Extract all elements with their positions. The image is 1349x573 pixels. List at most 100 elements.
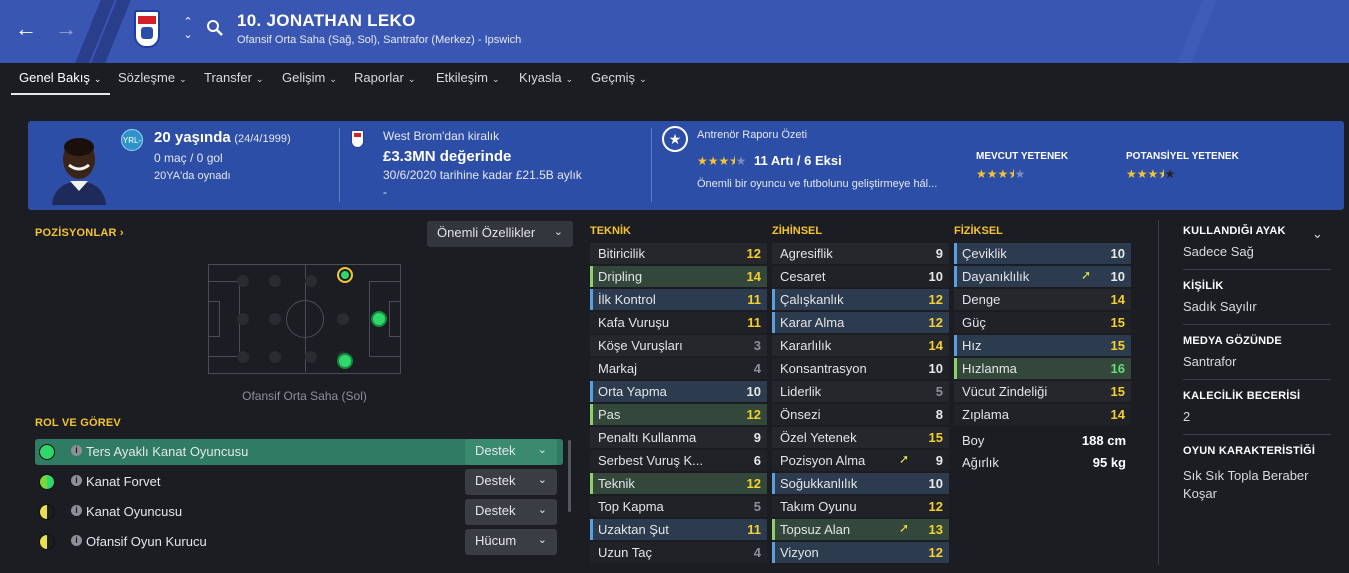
attribute-row[interactable]: Hızlanma 16: [954, 358, 1131, 379]
attribute-row[interactable]: Karar Alma 12: [772, 312, 949, 333]
player-apps: 0 maç / 0 gol: [154, 151, 223, 165]
role-row[interactable]: i Ters Ayaklı Kanat Oyuncusu Destek ⌄: [35, 439, 563, 465]
attribute-row[interactable]: Markaj 4: [590, 358, 767, 379]
position-dot[interactable]: [269, 313, 281, 325]
role-name: Kanat Oyuncusu: [86, 504, 183, 519]
attribute-value: 12: [928, 499, 943, 514]
attribute-row[interactable]: Bitiricilik 12: [590, 243, 767, 264]
attribute-row[interactable]: Takım Oyunu 12: [772, 496, 949, 517]
position-dot[interactable]: [337, 313, 349, 325]
attribute-row[interactable]: Zıplama 14: [954, 404, 1131, 425]
position-aml-dot[interactable]: [337, 267, 353, 283]
attribute-row[interactable]: Dripling 14: [590, 266, 767, 287]
attribute-row[interactable]: Topsuz Alan ➚ 13: [772, 519, 949, 540]
attribute-row[interactable]: Teknik 12: [590, 473, 767, 494]
attribute-row[interactable]: Çeviklik 10: [954, 243, 1131, 264]
attribute-name: Topsuz Alan: [780, 522, 851, 537]
attribute-name: Uzaktan Şut: [598, 522, 669, 537]
attribute-row[interactable]: Konsantrasyon 10: [772, 358, 949, 379]
personality-label: KİŞİLİK: [1183, 280, 1224, 292]
club-crest-icon[interactable]: [134, 10, 160, 48]
position-dot[interactable]: [305, 275, 317, 287]
attribute-row[interactable]: Uzun Taç 4: [590, 542, 767, 563]
trend-arrow-icon: ➚: [898, 452, 909, 466]
info-icon[interactable]: i: [71, 505, 82, 516]
attribute-highlight-mark: [590, 519, 593, 540]
tab-gecmis[interactable]: Geçmiş ⌄: [591, 70, 647, 85]
back-arrow-icon[interactable]: ←: [12, 14, 40, 46]
position-dot[interactable]: [237, 313, 249, 325]
role-row[interactable]: i Kanat Forvet Destek ⌄: [35, 469, 563, 495]
tab-sozlesme[interactable]: Sözleşme ⌄: [118, 70, 187, 85]
attribute-row[interactable]: Kafa Vuruşu 11: [590, 312, 767, 333]
positions-title[interactable]: POZİSYONLAR ›: [35, 227, 124, 239]
attribute-row[interactable]: Özel Yetenek 15: [772, 427, 949, 448]
info-icon[interactable]: i: [71, 445, 82, 456]
attribute-row[interactable]: Köşe Vuruşları 3: [590, 335, 767, 356]
attribute-row[interactable]: Önsezi 8: [772, 404, 949, 425]
attribute-row[interactable]: Çalışkanlık 12: [772, 289, 949, 310]
attribute-value: 11: [747, 315, 761, 330]
position-st-dot[interactable]: [371, 311, 387, 327]
attribute-row[interactable]: Vizyon 12: [772, 542, 949, 563]
attribute-value: 15: [1110, 338, 1125, 353]
prev-next-player-icon[interactable]: ⌃ ⌄: [182, 16, 194, 42]
position-dot[interactable]: [305, 351, 317, 363]
attribute-name: Önsezi: [780, 407, 821, 422]
info-icon[interactable]: i: [71, 475, 82, 486]
position-amr-dot[interactable]: [337, 353, 353, 369]
attribute-row[interactable]: Orta Yapma 10: [590, 381, 767, 402]
divider: [1183, 379, 1331, 380]
tab-kiyasla[interactable]: Kıyasla ⌄: [519, 70, 573, 85]
attribute-row[interactable]: Serbest Vuruş K... 6: [590, 450, 767, 471]
role-suitability-icon: [39, 474, 55, 490]
preferred-foot-label: KULLANDIĞI AYAK: [1183, 225, 1286, 237]
tab-transfer[interactable]: Transfer ⌄: [204, 70, 263, 85]
attribute-highlight-mark: [590, 381, 593, 402]
player-avatar[interactable]: [48, 125, 110, 205]
parent-club-crest-icon[interactable]: [351, 130, 364, 148]
attribute-row[interactable]: Hız 15: [954, 335, 1131, 356]
position-dot[interactable]: [269, 275, 281, 287]
attribute-row[interactable]: Güç 15: [954, 312, 1131, 333]
attribute-row[interactable]: Pas 12: [590, 404, 767, 425]
position-dot[interactable]: [237, 351, 249, 363]
search-icon[interactable]: [206, 19, 224, 40]
attribute-highlight-mark: [954, 335, 957, 356]
attribute-row[interactable]: Penaltı Kullanma 9: [590, 427, 767, 448]
attribute-row[interactable]: Denge 14: [954, 289, 1131, 310]
personality-value: Sadık Sayılır: [1183, 299, 1257, 314]
forward-arrow-icon[interactable]: →: [52, 14, 80, 46]
attribute-row[interactable]: İlk Kontrol 11: [590, 289, 767, 310]
important-attributes-dropdown[interactable]: Önemli Özellikler ⌄: [427, 221, 573, 247]
current-ability-stars-icon: ★★★⯨★: [976, 167, 1026, 181]
role-row[interactable]: i Kanat Oyuncusu Destek ⌄: [35, 499, 563, 525]
attribute-row[interactable]: Agresiflik 9: [772, 243, 949, 264]
duty-dropdown[interactable]: Destek ⌄: [465, 469, 557, 495]
attribute-row[interactable]: Uzaktan Şut 11: [590, 519, 767, 540]
position-dot[interactable]: [269, 351, 281, 363]
attribute-row[interactable]: Cesaret 10: [772, 266, 949, 287]
duty-dropdown[interactable]: Hücum ⌄: [465, 529, 557, 555]
attribute-value: 4: [753, 545, 761, 560]
attribute-row[interactable]: Kararlılık 14: [772, 335, 949, 356]
position-dot[interactable]: [237, 275, 249, 287]
duty-dropdown[interactable]: Destek ⌄: [465, 499, 557, 525]
tab-raporlar[interactable]: Raporlar ⌄: [354, 70, 415, 85]
info-icon[interactable]: i: [71, 535, 82, 546]
attribute-row[interactable]: Soğukkanlılık 10: [772, 473, 949, 494]
tab-gelisim[interactable]: Gelişim ⌄: [282, 70, 337, 85]
chevron-down-icon[interactable]: ⌄: [1312, 226, 1323, 242]
attribute-row[interactable]: Liderlik 5: [772, 381, 949, 402]
roles-scrollbar[interactable]: [568, 440, 571, 512]
role-row[interactable]: i Ofansif Oyun Kurucu Hücum ⌄: [35, 529, 563, 555]
attribute-row[interactable]: Dayanıklılık ➚ 10: [954, 266, 1131, 287]
coach-report-title[interactable]: Antrenör Raporu Özeti: [697, 129, 807, 141]
attribute-row[interactable]: Pozisyon Alma ➚ 9: [772, 450, 949, 471]
attribute-row[interactable]: Vücut Zindeliği 15: [954, 381, 1131, 402]
tab-genel-bakis[interactable]: Genel Bakış ⌄: [19, 70, 101, 85]
duty-dropdown[interactable]: Destek ⌄: [465, 439, 557, 465]
attribute-row[interactable]: Top Kapma 5: [590, 496, 767, 517]
tab-etkilesim[interactable]: Etkileşim ⌄: [436, 70, 500, 85]
nationality-flag-icon[interactable]: YRL-: [121, 129, 143, 151]
